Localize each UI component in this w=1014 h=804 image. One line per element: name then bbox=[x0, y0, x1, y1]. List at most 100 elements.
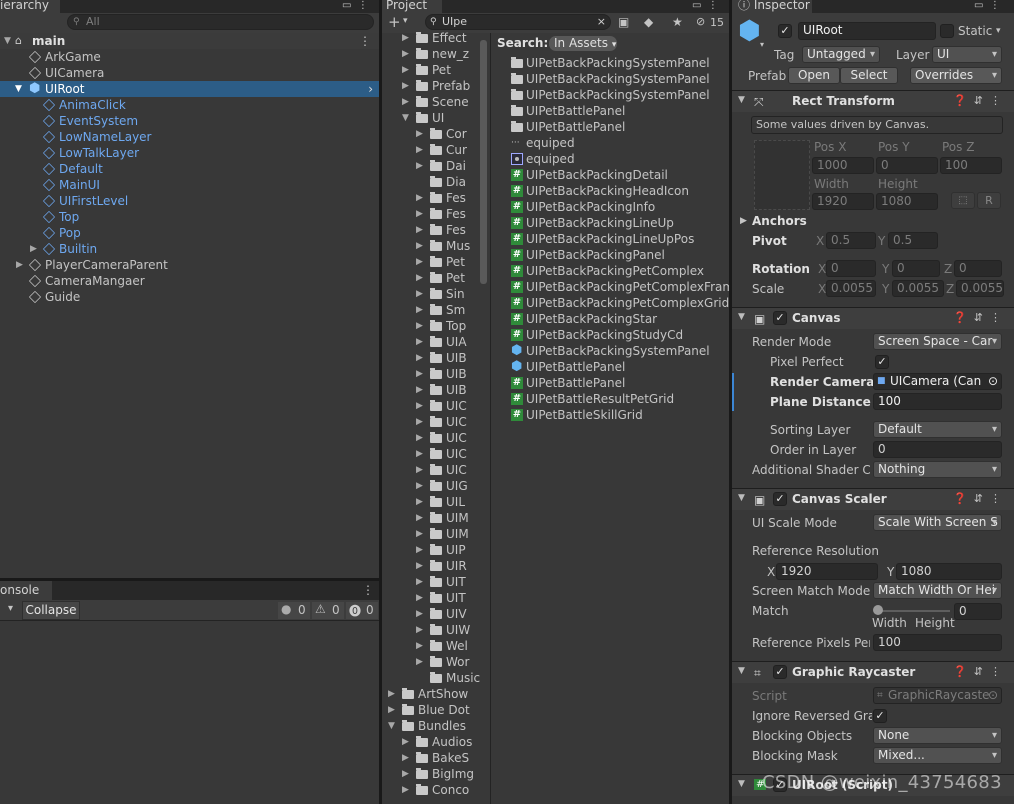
kebab-menu-icon[interactable]: ⋮ bbox=[990, 311, 1008, 324]
collapse-arrow-icon[interactable]: ▶ bbox=[416, 606, 423, 622]
foldout-arrow-icon[interactable]: ▼ bbox=[738, 666, 745, 676]
collapse-arrow-icon[interactable]: ▶ bbox=[402, 94, 409, 110]
collapse-arrow-icon[interactable]: ▶ bbox=[416, 574, 423, 590]
collapse-arrow-icon[interactable]: ▶ bbox=[416, 382, 423, 398]
collapse-arrow-icon[interactable]: ▶ bbox=[416, 286, 423, 302]
search-result-item[interactable]: # UIPetBackPackingDetail bbox=[491, 167, 729, 183]
tree-folder-item[interactable]: ▶ Cor bbox=[382, 126, 489, 142]
log-count[interactable]: ● 0 bbox=[278, 602, 310, 619]
tree-folder-item[interactable]: ▶ UIB bbox=[382, 366, 489, 382]
help-icon[interactable]: ❓ bbox=[953, 94, 974, 107]
kebab-menu-icon[interactable]: ⋮ bbox=[990, 492, 1008, 505]
render-mode-dropdown[interactable]: Screen Space - Car bbox=[873, 333, 1002, 350]
project-tab[interactable]: Project bbox=[382, 0, 442, 13]
tag-dropdown[interactable]: Untagged bbox=[802, 46, 880, 63]
tree-folder-item[interactable]: ▶ UIR bbox=[382, 558, 489, 574]
expand-arrow-icon[interactable]: ▼ bbox=[15, 81, 22, 97]
kebab-menu-icon[interactable]: ⋮ bbox=[990, 665, 1008, 678]
collapse-arrow-icon[interactable]: ▶ bbox=[416, 238, 423, 254]
plane-distance-field[interactable]: 100 bbox=[873, 393, 1002, 410]
search-result-item[interactable]: # UIPetBackPackingHeadIcon bbox=[491, 183, 729, 199]
collapse-arrow-icon[interactable]: ▶ bbox=[402, 62, 409, 78]
tree-folder-item[interactable]: ▼ UI bbox=[382, 110, 489, 126]
posx-field[interactable]: 1000 bbox=[812, 157, 874, 174]
tree-folder-item[interactable]: ▶ UIT bbox=[382, 590, 489, 606]
collapse-arrow-icon[interactable]: ▶ bbox=[416, 206, 423, 222]
collapse-arrow-icon[interactable]: ▶ bbox=[416, 398, 423, 414]
preset-icon[interactable]: ⇵ bbox=[974, 311, 990, 324]
kebab-menu-icon[interactable]: ⋮ bbox=[358, 0, 368, 11]
chevron-right-icon[interactable]: › bbox=[368, 81, 373, 97]
ref-x-field[interactable]: 1920 bbox=[776, 563, 878, 580]
kebab-menu-icon[interactable]: ⋮ bbox=[708, 0, 718, 11]
collapse-arrow-icon[interactable]: ▶ bbox=[388, 702, 395, 718]
tree-folder-item[interactable]: ▶ UIP bbox=[382, 542, 489, 558]
collapse-arrow-icon[interactable]: ▶ bbox=[416, 462, 423, 478]
scale-x-field[interactable]: 0.0055 bbox=[826, 280, 876, 297]
search-result-item[interactable]: UIPetBackPackingSystemPanel bbox=[491, 55, 729, 71]
inspector-tab[interactable]: ⓘ Inspector bbox=[732, 0, 812, 13]
tree-folder-item[interactable]: ▼ Bundles bbox=[382, 718, 489, 734]
tree-folder-item[interactable]: ▶ UIB bbox=[382, 382, 489, 398]
collapse-arrow-icon[interactable]: ▶ bbox=[416, 638, 423, 654]
search-result-item[interactable]: # UIPetBackPackingPetComplexFrame bbox=[491, 279, 729, 295]
console-tab[interactable]: onsole bbox=[0, 581, 52, 600]
preset-icon[interactable]: ⇵ bbox=[974, 492, 990, 505]
tree-folder-item[interactable]: ▶ ArtShow bbox=[382, 686, 489, 702]
tree-folder-item[interactable]: ▶ Pet bbox=[382, 62, 489, 78]
match-slider-handle[interactable] bbox=[873, 605, 883, 615]
collapse-arrow-icon[interactable]: ▶ bbox=[416, 430, 423, 446]
tree-folder-item[interactable]: ▶ UIB bbox=[382, 350, 489, 366]
collapse-arrow-icon[interactable]: ▶ bbox=[402, 750, 409, 766]
tree-folder-item[interactable]: ▶ Fes bbox=[382, 190, 489, 206]
tree-folder-item[interactable]: ▶ UIT bbox=[382, 574, 489, 590]
search-result-item[interactable]: # UIPetBattlePanel bbox=[491, 375, 729, 391]
collapse-arrow-icon[interactable]: ▶ bbox=[402, 734, 409, 750]
filter-type-icon[interactable]: ▣ bbox=[618, 15, 629, 29]
search-result-item[interactable]: # UIPetBackPackingStudyCd bbox=[491, 327, 729, 343]
collapse-arrow-icon[interactable]: ▶ bbox=[402, 46, 409, 62]
hierarchy-item[interactable]: Pop bbox=[0, 225, 379, 241]
sorting-layer-dropdown[interactable]: Default bbox=[873, 421, 1002, 438]
tree-folder-item[interactable]: ▶ UIC bbox=[382, 462, 489, 478]
prefab-open-button[interactable]: Open bbox=[788, 67, 840, 84]
collapse-arrow-icon[interactable]: ▶ bbox=[416, 510, 423, 526]
tree-folder-item[interactable]: Dia bbox=[382, 174, 489, 190]
tree-folder-item[interactable]: ▶ UIV bbox=[382, 606, 489, 622]
hierarchy-item[interactable]: Guide bbox=[0, 289, 379, 305]
project-search-input[interactable]: ⚲ UIpe × bbox=[425, 14, 611, 30]
search-result-item[interactable]: # UIPetBackPackingInfo bbox=[491, 199, 729, 215]
prefab-cube-icon[interactable]: ⬢ bbox=[738, 16, 761, 46]
tree-folder-item[interactable]: ▶ Mus bbox=[382, 238, 489, 254]
component-tools[interactable]: ❓⇵⋮ bbox=[953, 311, 1008, 324]
tree-folder-item[interactable]: ▶ UIC bbox=[382, 446, 489, 462]
component-tools[interactable]: ❓⇵⋮ bbox=[953, 94, 1008, 107]
search-result-item[interactable]: # UIPetBattleResultPetGrid bbox=[491, 391, 729, 407]
hierarchy-tab-tools[interactable]: ▭ ⋮ bbox=[342, 0, 368, 13]
tree-folder-item[interactable]: ▶ Pet bbox=[382, 254, 489, 270]
expand-arrow-icon[interactable]: ▼ bbox=[4, 33, 11, 49]
raycaster-enabled-checkbox[interactable]: ✓ bbox=[773, 665, 787, 679]
tree-folder-item[interactable]: ▶ Blue Dot bbox=[382, 702, 489, 718]
shader-channels-dropdown[interactable]: Nothing bbox=[873, 461, 1002, 478]
hierarchy-item[interactable]: ArkGame bbox=[0, 49, 379, 65]
graphic-raycaster-header[interactable]: ▼ ⌗ ✓ Graphic Raycaster ❓⇵⋮ bbox=[732, 661, 1014, 683]
order-field[interactable]: 0 bbox=[873, 441, 1002, 458]
collapse-arrow-icon[interactable]: ▶ bbox=[402, 78, 409, 94]
blocking-objects-dropdown[interactable]: None bbox=[873, 727, 1002, 744]
chevron-down-icon[interactable]: ▾ bbox=[996, 26, 1001, 36]
search-result-item[interactable]: ⬢ UIPetBattlePanel bbox=[491, 359, 729, 375]
collapse-arrow-icon[interactable]: ▶ bbox=[416, 366, 423, 382]
object-picker-icon[interactable]: ⊙ bbox=[988, 374, 998, 389]
tree-folder-item[interactable]: ▶ Effect bbox=[382, 30, 489, 46]
search-result-item[interactable]: # UIPetBattleSkillGrid bbox=[491, 407, 729, 423]
collapse-arrow-icon[interactable]: ▶ bbox=[416, 478, 423, 494]
tree-folder-item[interactable]: ▶ UIC bbox=[382, 398, 489, 414]
kebab-menu-icon[interactable]: ⋮ bbox=[990, 94, 1008, 107]
canvas-scaler-header[interactable]: ▼ ▣ ✓ Canvas Scaler ❓⇵⋮ bbox=[732, 488, 1014, 510]
clear-search-icon[interactable]: × bbox=[597, 15, 606, 29]
lock-icon[interactable]: ▭ bbox=[974, 0, 983, 11]
collapse-arrow-icon[interactable]: ▶ bbox=[416, 270, 423, 286]
rotation-y-field[interactable]: 0 bbox=[892, 260, 940, 277]
warning-count[interactable]: ⚠ 0 bbox=[312, 602, 344, 619]
